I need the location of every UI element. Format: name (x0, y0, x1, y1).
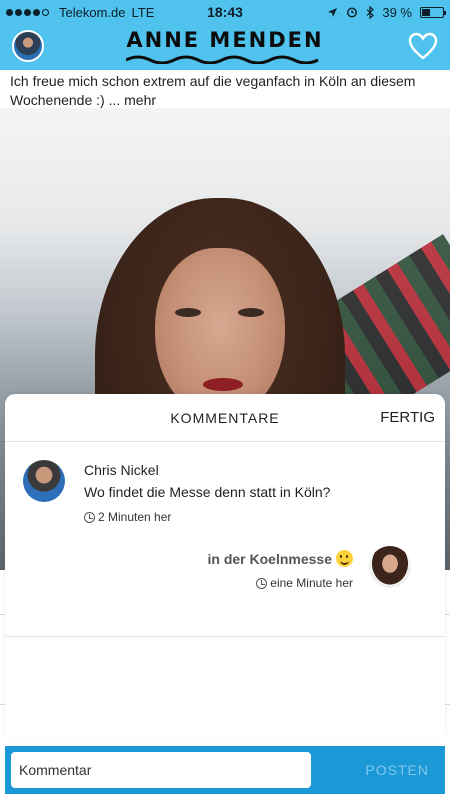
comment-text: Wo findet die Messe denn statt in Köln? (84, 484, 331, 500)
location-arrow-icon (328, 7, 338, 17)
brand-logo: ANNE MENDEN (120, 28, 330, 66)
comment-input[interactable] (11, 752, 311, 788)
battery-icon (420, 6, 446, 18)
done-button[interactable]: FERTIG (380, 409, 435, 426)
sheet-header: KOMMENTARE FERTIG (5, 394, 445, 442)
status-bar: Telekom.de LTE 18:43 39 % (0, 0, 450, 24)
profile-avatar[interactable] (12, 30, 44, 62)
photo-eye (238, 308, 264, 317)
photo-face (155, 248, 285, 418)
clock-icon (84, 511, 95, 523)
heart-icon[interactable] (408, 32, 438, 60)
avatar[interactable] (369, 546, 411, 588)
divider (445, 614, 450, 615)
bluetooth-icon (366, 5, 375, 19)
brand-name: ANNE MENDEN (126, 28, 324, 52)
sheet-title: KOMMENTARE (170, 410, 280, 426)
app-header: ANNE MENDEN (0, 24, 450, 70)
divider (5, 636, 445, 637)
status-left: Telekom.de LTE (6, 5, 154, 20)
reply-time-label: eine Minute her (270, 576, 353, 590)
comment-item: Chris Nickel Wo findet die Messe denn st… (23, 460, 423, 530)
reply-item: in der Koelnmesse eine Minute her (155, 544, 415, 590)
battery-percent: 39 % (382, 4, 412, 20)
alarm-clock-icon (347, 7, 358, 18)
reply-time: eine Minute her (256, 576, 353, 590)
carrier-label: Telekom.de (59, 4, 126, 20)
signal-strength-icon (6, 8, 49, 16)
comment-author[interactable]: Chris Nickel (84, 462, 159, 478)
post-button[interactable]: POSTEN (365, 762, 429, 778)
post-caption[interactable]: Ich freue mich schon extrem auf die vega… (10, 72, 442, 110)
grinning-emoji-icon (336, 550, 353, 567)
comments-sheet: KOMMENTARE FERTIG Chris Nickel Wo findet… (5, 394, 445, 738)
comment-input-bar: POSTEN (5, 746, 445, 794)
reply-text: in der Koelnmesse (207, 550, 333, 567)
network-label: LTE (131, 4, 155, 20)
photo-eye (175, 308, 201, 317)
divider (445, 704, 450, 705)
avatar[interactable] (23, 460, 65, 502)
comment-time-label: 2 Minuten her (98, 510, 172, 524)
reply-text-row: in der Koelnmesse (207, 550, 353, 567)
battery-fill (422, 8, 430, 16)
status-right: 39 % (327, 0, 446, 24)
comment-time: 2 Minuten her (84, 510, 171, 524)
wave-icon (126, 55, 319, 64)
photo-lips (203, 378, 243, 391)
clock-icon (256, 577, 268, 589)
